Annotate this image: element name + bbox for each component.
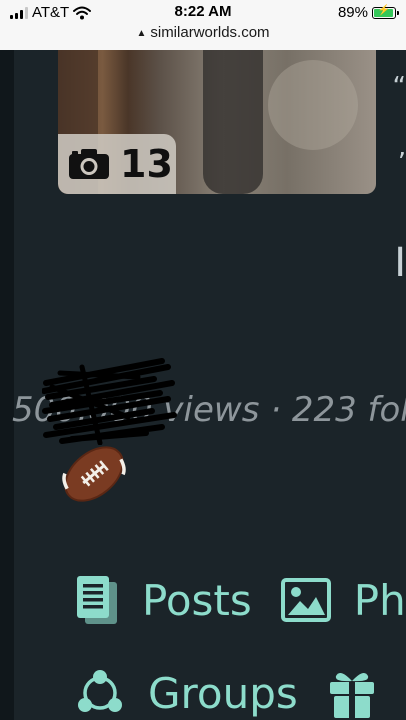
cut-off-text-fragment: ’ (397, 148, 406, 178)
status-bar: AT&T 8:22 AM 89% ⚡ ▲ similarworlds.com (0, 0, 406, 50)
cut-off-text-fragment: I (394, 240, 406, 286)
url-text: similarworlds.com (150, 24, 270, 41)
profile-nav-row: Groups (74, 666, 406, 720)
profile-nav-row: Posts Ph (74, 574, 406, 626)
gift-icon (329, 672, 374, 718)
status-right: 89% ⚡ (337, 4, 399, 21)
photo-count-badge[interactable]: 13 (58, 134, 176, 194)
battery-percent: 89% (337, 4, 368, 21)
left-edge-panel (0, 50, 14, 720)
nav-groups-label: Groups (148, 668, 298, 718)
nav-photos[interactable]: Ph (280, 576, 406, 625)
image-icon (280, 578, 331, 622)
cut-off-text-fragment: “ (392, 72, 406, 102)
profile-page: 13 “ ’ I 500,000 views · 223 fol Posts P… (0, 50, 406, 720)
football-icon (62, 446, 126, 502)
document-icon (77, 576, 117, 624)
nav-gifts[interactable] (326, 666, 378, 720)
nav-photos-label: Ph (353, 575, 406, 625)
scribble-redaction (42, 358, 177, 445)
url-bar[interactable]: ▲ similarworlds.com (0, 24, 406, 41)
nav-posts[interactable]: Posts (74, 574, 252, 626)
nav-posts-label: Posts (142, 575, 252, 625)
nav-groups[interactable]: Groups (74, 667, 298, 719)
battery-charging-icon: ⚡ (372, 5, 399, 19)
profile-photo-card[interactable]: 13 (58, 50, 376, 194)
lock-icon: ▲ (136, 28, 147, 39)
camera-icon (69, 149, 109, 179)
photo-count: 13 (120, 142, 173, 186)
groups-icon (78, 670, 122, 712)
